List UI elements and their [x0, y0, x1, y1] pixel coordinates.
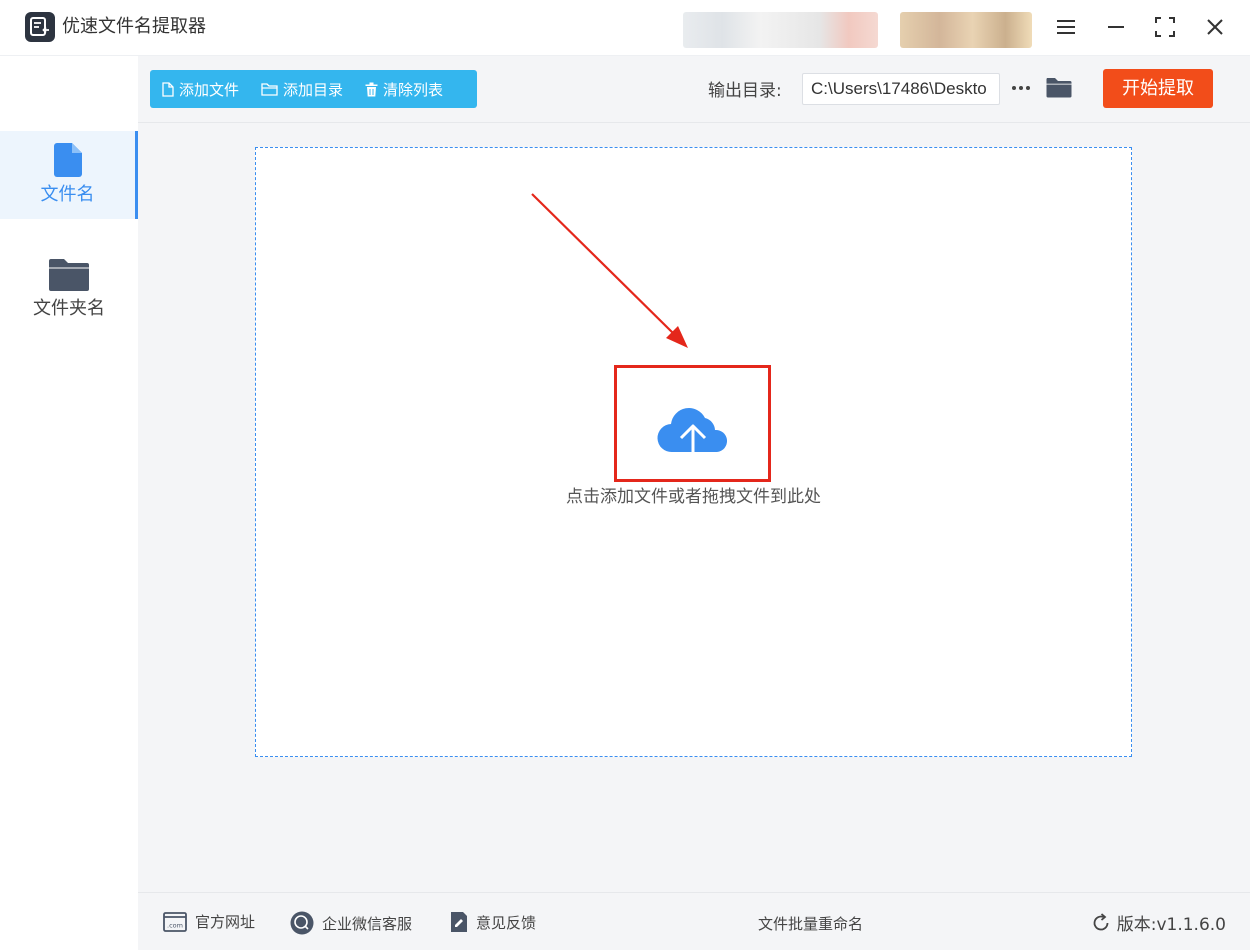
trash-icon: [365, 82, 378, 96]
feedback-icon: [451, 912, 467, 932]
clear-list-button[interactable]: 清除列表: [365, 79, 443, 100]
browse-more-button[interactable]: [1010, 76, 1032, 100]
toolbar-divider: [138, 122, 1250, 123]
menu-button[interactable]: [1046, 8, 1086, 46]
footer-bar: .com 官方网址 企业微信客服 意见反馈 文件批量重命名 版本:v1.1.6.…: [138, 892, 1250, 950]
wechat-icon: [290, 911, 314, 935]
file-icon: [53, 143, 82, 177]
add-file-label: 添加文件: [179, 80, 240, 99]
add-directory-label: 添加目录: [283, 80, 344, 99]
folder-icon: [49, 259, 89, 291]
app-logo: [25, 12, 55, 42]
maximize-icon: [1155, 17, 1175, 37]
folder-outline-icon: [261, 83, 278, 96]
official-website-label: 官方网址: [195, 913, 256, 931]
batch-rename-link[interactable]: 文件批量重命名: [758, 913, 863, 934]
website-icon: .com: [163, 911, 187, 932]
title-bar: 优速文件名提取器: [0, 0, 1250, 56]
output-directory-field[interactable]: C:\Users\17486\Deskto: [802, 73, 1000, 105]
version-info[interactable]: 版本:v1.1.6.0: [1091, 910, 1226, 935]
sidebar-item-label: 文件名: [40, 184, 95, 205]
minimize-button[interactable]: [1096, 8, 1136, 46]
wechat-service-label: 企业微信客服: [322, 914, 413, 933]
file-outline-icon: [162, 81, 174, 97]
app-title: 优速文件名提取器: [62, 16, 206, 37]
sidebar-item-label: 文件夹名: [33, 298, 105, 319]
feedback-link[interactable]: 意见反馈: [450, 911, 536, 933]
hamburger-icon: [1057, 20, 1075, 34]
minimize-icon: [1108, 26, 1124, 28]
sidebar-item-foldername[interactable]: 文件夹名: [0, 244, 138, 332]
add-file-button[interactable]: 添加文件: [162, 79, 239, 100]
maximize-button[interactable]: [1145, 8, 1185, 46]
open-folder-icon: [1046, 78, 1072, 98]
output-directory-label: 输出目录:: [708, 81, 782, 101]
close-button[interactable]: [1195, 8, 1235, 46]
toolbar-group: 添加文件 添加目录 清除列表: [150, 70, 477, 108]
clear-list-label: 清除列表: [383, 80, 444, 99]
wechat-service-link[interactable]: 企业微信客服: [290, 911, 412, 935]
version-label: 版本:v1.1.6.0: [1116, 915, 1226, 935]
official-website-link[interactable]: .com 官方网址: [163, 911, 255, 932]
refresh-icon: [1093, 912, 1109, 930]
svg-text:.com: .com: [167, 921, 183, 929]
add-directory-button[interactable]: 添加目录: [261, 79, 343, 100]
file-drop-zone[interactable]: 点击添加文件或者拖拽文件到此处: [255, 147, 1132, 757]
drop-zone-hint: 点击添加文件或者拖拽文件到此处: [566, 487, 821, 507]
close-icon: [1207, 19, 1223, 35]
feedback-label: 意见反馈: [476, 913, 537, 932]
cloud-upload-icon[interactable]: [655, 404, 731, 470]
sidebar: 文件名 文件夹名: [0, 56, 138, 950]
annotation-arrow: [531, 193, 688, 348]
blurred-user-info: [683, 12, 878, 48]
blurred-user-avatar: [900, 12, 1032, 48]
sidebar-item-filename[interactable]: 文件名: [0, 131, 138, 219]
ellipsis-icon: [1012, 86, 1030, 90]
start-extract-button[interactable]: 开始提取: [1103, 69, 1213, 108]
main-panel: 添加文件 添加目录 清除列表 输出目录: C:\Users\17486\Desk…: [138, 56, 1250, 892]
open-folder-button[interactable]: [1046, 76, 1072, 102]
